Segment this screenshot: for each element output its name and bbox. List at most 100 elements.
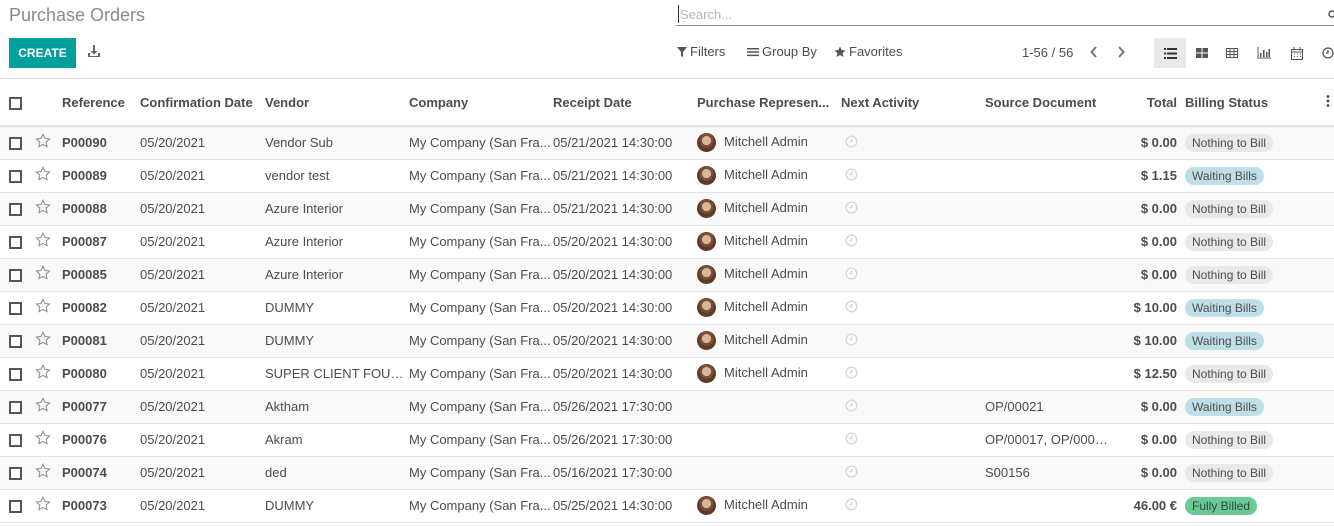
column-header-vendor[interactable]: Vendor: [265, 79, 409, 127]
star-outline-icon[interactable]: [35, 297, 51, 314]
reference-cell: P00090: [62, 135, 107, 151]
table-row[interactable]: P00087 05/20/2021 Azure Interior My Comp…: [0, 225, 1334, 258]
billing-status-badge: Nothing to Bill: [1185, 133, 1274, 152]
activity-clock-icon[interactable]: [845, 168, 858, 184]
activity-clock-icon[interactable]: [845, 201, 858, 217]
row-checkbox[interactable]: [9, 467, 22, 481]
row-checkbox[interactable]: [9, 203, 22, 217]
pager-value[interactable]: 1-56 / 56: [1022, 45, 1073, 60]
table-row[interactable]: P00074 05/20/2021 ded My Company (San Fr…: [0, 456, 1334, 489]
star-outline-icon[interactable]: [35, 330, 51, 347]
row-checkbox[interactable]: [9, 236, 22, 250]
search-icon[interactable]: [1328, 8, 1334, 18]
table-row[interactable]: P00088 05/20/2021 Azure Interior My Comp…: [0, 192, 1334, 225]
list-view-button[interactable]: [1154, 38, 1186, 68]
activity-clock-icon[interactable]: [845, 135, 858, 151]
activity-clock-icon[interactable]: [845, 300, 858, 316]
star-outline-icon[interactable]: [35, 165, 51, 182]
table-row[interactable]: P00090 05/20/2021 Vendor Sub My Company …: [0, 126, 1334, 159]
purchase-orders-table: Reference Confirmation Date Vendor Compa…: [0, 79, 1334, 523]
group-by-button[interactable]: Group By: [747, 44, 817, 59]
row-checkbox[interactable]: [9, 170, 22, 184]
star-outline-icon[interactable]: [35, 198, 51, 215]
activity-clock-icon[interactable]: [845, 498, 858, 514]
activity-clock-icon[interactable]: [845, 234, 858, 250]
filters-label: Filters: [690, 44, 726, 59]
star-outline-icon[interactable]: [35, 396, 51, 413]
table-row[interactable]: P00076 05/20/2021 Akram My Company (San …: [0, 423, 1334, 456]
company-cell: My Company (San Fra...: [409, 333, 551, 348]
optional-columns-toggle[interactable]: [1281, 79, 1334, 127]
column-header-confirmation-date[interactable]: Confirmation Date: [140, 79, 265, 127]
star-outline-icon[interactable]: [35, 429, 51, 446]
table-row[interactable]: P00080 05/20/2021 SUPER CLIENT FOUR... M…: [0, 357, 1334, 390]
calendar-view-button[interactable]: [1281, 38, 1313, 68]
row-checkbox[interactable]: [9, 434, 22, 448]
table-row[interactable]: P00089 05/20/2021 vendor test My Company…: [0, 159, 1334, 192]
activity-clock-icon[interactable]: [845, 399, 858, 415]
column-header-total[interactable]: Total: [1109, 79, 1185, 127]
billing-status-badge: Nothing to Bill: [1185, 463, 1274, 482]
activity-clock-icon[interactable]: [845, 432, 858, 448]
billing-status-cell: Nothing to Bill: [1185, 225, 1281, 258]
star-outline-icon[interactable]: [35, 462, 51, 479]
receipt-date-cell: 05/16/2021 17:30:00: [553, 465, 673, 480]
column-header-receipt-date[interactable]: Receipt Date: [553, 79, 697, 127]
star-outline-icon[interactable]: [35, 363, 51, 380]
star-outline-icon[interactable]: [35, 495, 51, 512]
filters-button[interactable]: Filters: [677, 44, 725, 59]
source-document-cell: OP/00017, OP/00019: [985, 432, 1109, 447]
column-header-billing-status[interactable]: Billing Status: [1185, 79, 1281, 127]
row-checkbox[interactable]: [9, 500, 22, 514]
activity-view-button[interactable]: [1312, 38, 1334, 68]
activity-clock-icon[interactable]: [845, 267, 858, 283]
vendor-cell: SUPER CLIENT FOUR...: [265, 366, 409, 381]
table-row[interactable]: P00085 05/20/2021 Azure Interior My Comp…: [0, 258, 1334, 291]
column-header-company[interactable]: Company: [409, 79, 553, 127]
search-box: [676, 3, 1334, 26]
pager-next-icon[interactable]: [1116, 44, 1130, 62]
billing-status-badge: Fully Billed: [1185, 496, 1258, 515]
column-header-next-activity[interactable]: Next Activity: [841, 79, 985, 127]
create-button[interactable]: CREATE: [9, 38, 76, 68]
company-cell: My Company (San Fra...: [409, 168, 551, 183]
purchase-representative-cell: Mitchell Admin: [697, 225, 841, 258]
favorites-button[interactable]: Favorites: [834, 44, 902, 59]
column-header-reference[interactable]: Reference: [62, 79, 140, 127]
select-all-checkbox[interactable]: [9, 96, 22, 110]
table-row[interactable]: P00081 05/20/2021 DUMMY My Company (San …: [0, 324, 1334, 357]
row-checkbox[interactable]: [9, 368, 22, 382]
total-cell: $ 12.50: [1133, 366, 1177, 381]
vendor-cell: DUMMY: [265, 498, 315, 513]
star-outline-icon[interactable]: [35, 264, 51, 281]
column-header-source-document[interactable]: Source Document: [985, 79, 1109, 127]
graph-view-button[interactable]: [1248, 38, 1280, 68]
download-icon[interactable]: [87, 44, 105, 62]
row-checkbox-cell: [0, 324, 35, 357]
search-input[interactable]: [678, 5, 1298, 23]
star-outline-icon[interactable]: [35, 231, 51, 248]
table-row[interactable]: P00073 05/20/2021 DUMMY My Company (San …: [0, 489, 1334, 522]
total-cell: $ 10.00: [1133, 300, 1177, 315]
star-outline-icon[interactable]: [35, 132, 51, 149]
billing-status-cell: Waiting Bills: [1185, 291, 1281, 324]
activity-clock-icon[interactable]: [845, 465, 858, 481]
row-checkbox[interactable]: [9, 302, 22, 316]
row-checkbox[interactable]: [9, 401, 22, 415]
billing-status-cell: Nothing to Bill: [1185, 456, 1281, 489]
pivot-view-button[interactable]: [1216, 38, 1248, 68]
row-checkbox[interactable]: [9, 335, 22, 349]
table-row[interactable]: P00077 05/20/2021 Aktham My Company (San…: [0, 390, 1334, 423]
row-checkbox[interactable]: [9, 137, 22, 151]
activity-clock-icon[interactable]: [845, 366, 858, 382]
table-row[interactable]: P00082 05/20/2021 DUMMY My Company (San …: [0, 291, 1334, 324]
confirmation-date-cell: 05/20/2021: [140, 333, 206, 348]
activity-clock-icon[interactable]: [845, 333, 858, 349]
pager-previous-icon[interactable]: [1089, 44, 1103, 62]
kanban-view-button[interactable]: [1186, 38, 1218, 68]
row-checkbox[interactable]: [9, 269, 22, 283]
billing-status-badge: Nothing to Bill: [1185, 199, 1274, 218]
next-activity-cell: [841, 390, 985, 423]
billing-status-cell: Nothing to Bill: [1185, 192, 1281, 225]
column-header-purchase-representative[interactable]: Purchase Represen...: [697, 79, 841, 127]
